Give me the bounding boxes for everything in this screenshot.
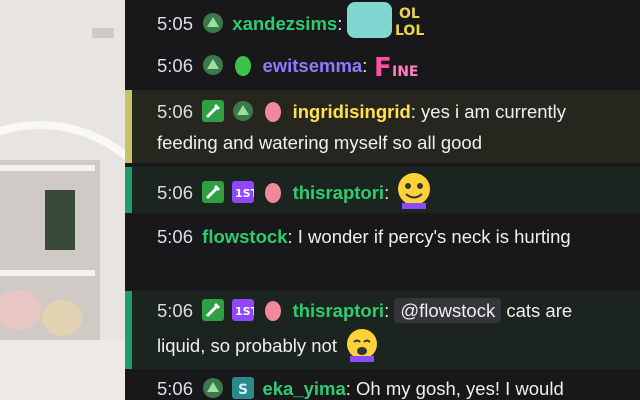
svg-text:F: F (374, 53, 392, 82)
chat-message: 5:06 ewitsemma: F INE (125, 48, 640, 84)
chat-message-highlighted: 5:06 1ST thisraptori: @flowstock cats ar… (125, 291, 640, 369)
dino-badge-icon[interactable] (202, 12, 224, 34)
chat-message-highlighted: 5:06 ingridisingrid: yes i am currently … (125, 90, 640, 163)
sword-badge-icon[interactable] (202, 181, 225, 203)
room-background-illustration (0, 0, 125, 400)
timestamp: 5:06 (157, 378, 194, 399)
separator: : (337, 13, 343, 34)
username[interactable]: thisraptori (293, 300, 384, 321)
timestamp: 5:06 (157, 300, 194, 321)
timestamp: 5:06 (157, 55, 194, 76)
dino-badge-icon[interactable] (232, 100, 254, 122)
svg-text:OL: OL (399, 6, 420, 22)
green-egg-badge-icon[interactable] (232, 54, 254, 76)
message-text: I wonder if percy's neck is hurting (292, 226, 571, 247)
dino-badge-icon[interactable] (202, 54, 224, 76)
timestamp: 5:05 (157, 13, 194, 34)
svg-text:1ST: 1ST (235, 305, 254, 318)
egg-badge-icon[interactable] (262, 181, 284, 203)
dino-badge-icon[interactable] (202, 377, 224, 399)
first-sub-badge-icon[interactable]: 1ST (232, 181, 259, 203)
svg-text:INE: INE (392, 64, 419, 80)
message-text: Oh my gosh, yes! I would (350, 378, 564, 399)
egg-badge-icon[interactable] (262, 299, 284, 321)
username[interactable]: ewitsemma (262, 55, 362, 76)
username[interactable]: thisraptori (293, 182, 384, 203)
chat-message: 5:05 xandezsims: OL LOL (125, 0, 640, 39)
first-sub-badge-icon[interactable]: 1ST (232, 299, 259, 321)
username[interactable]: xandezsims (232, 13, 337, 34)
chat-message: 5:06 flowstock: I wonder if percy's neck… (125, 221, 640, 283)
username[interactable]: ingridisingrid (293, 101, 411, 122)
s-badge-icon[interactable]: S (232, 377, 255, 399)
mention-chip[interactable]: @flowstock (394, 298, 502, 323)
stream-video-preview (0, 0, 125, 400)
chat-message-highlighted: 5:06 1ST thisraptori: (125, 167, 640, 213)
cat-emote-icon[interactable] (342, 326, 382, 371)
lol-dino-emote-icon[interactable]: OL LOL (347, 0, 437, 49)
sword-badge-icon[interactable] (202, 299, 225, 321)
hype-emote-icon[interactable] (394, 171, 434, 218)
separator: : (384, 182, 390, 203)
timestamp: 5:06 (157, 226, 194, 247)
svg-text:LOL: LOL (395, 23, 424, 39)
svg-text:1ST: 1ST (235, 187, 254, 200)
chat-panel: 5:05 xandezsims: OL LOL 5:06 ewitsemma: F… (125, 0, 640, 400)
username[interactable]: flowstock (202, 226, 287, 247)
separator: : (362, 55, 368, 76)
fine-emote-icon[interactable]: F INE (372, 48, 420, 91)
chat-message: 5:06 S eka_yima: Oh my gosh, yes! I woul… (125, 373, 640, 400)
sword-badge-icon[interactable] (202, 100, 225, 122)
svg-text:S: S (238, 382, 248, 398)
timestamp: 5:06 (157, 101, 194, 122)
username[interactable]: eka_yima (262, 378, 345, 399)
separator: : (384, 300, 390, 321)
egg-badge-icon[interactable] (262, 100, 284, 122)
timestamp: 5:06 (157, 182, 194, 203)
